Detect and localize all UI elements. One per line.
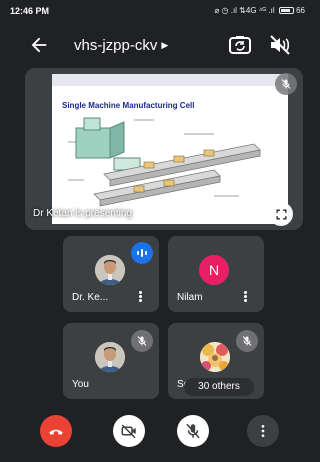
switch-camera-icon[interactable] [228, 34, 252, 56]
participant-name: Dr. Ke... [72, 292, 109, 303]
speaking-indicator-icon [131, 242, 153, 264]
participant-name: You [72, 379, 89, 390]
meeting-header: vhs-jzpp-ckv ▶ [0, 28, 309, 64]
end-call-icon[interactable] [40, 415, 72, 447]
avatar: N [199, 255, 229, 285]
participant-tile[interactable]: N Nilam [168, 236, 264, 312]
slide-header-band [52, 74, 288, 86]
avatar [200, 342, 230, 372]
status-time: 12:46 PM [10, 6, 50, 16]
battery-level: 66 [296, 6, 305, 15]
participant-tile[interactable]: You [63, 323, 159, 399]
more-vert-icon[interactable] [238, 290, 252, 304]
mic-off-icon [131, 330, 153, 352]
mic-off-icon [236, 330, 258, 352]
battery-icon [278, 7, 294, 14]
meeting-title[interactable]: vhs-jzpp-ckv ▶ [74, 37, 168, 54]
more-vert-icon[interactable] [133, 290, 147, 304]
fullscreen-icon[interactable] [269, 202, 293, 226]
video-off-icon[interactable] [113, 415, 145, 447]
participant-name: Nilam [177, 292, 203, 303]
status-indicator-text: ⌀ ◷ .ıl ⇅4G ⁴ᴳ .ıl [214, 6, 275, 15]
back-arrow-icon[interactable] [28, 34, 50, 56]
presenter-label: Dr Ketan is presenting [33, 208, 132, 219]
mic-off-icon [275, 73, 297, 95]
more-options-icon[interactable] [247, 415, 279, 447]
presentation-tile[interactable]: Single Machine Manufacturing Cell Dr Ket… [25, 68, 303, 230]
chevron-right-icon: ▶ [161, 40, 169, 50]
status-indicators: ⌀ ◷ .ıl ⇅4G ⁴ᴳ .ıl 66 [214, 6, 305, 15]
avatar [95, 342, 125, 372]
mic-off-icon[interactable] [177, 415, 209, 447]
status-bar: 12:46 PM ⌀ ◷ .ıl ⇅4G ⁴ᴳ .ıl 66 [0, 0, 309, 22]
others-count-badge[interactable]: 30 others [184, 378, 254, 396]
meeting-code: vhs-jzpp-ckv [74, 37, 158, 54]
slide-title: Single Machine Manufacturing Cell [62, 101, 195, 110]
participant-tile[interactable]: Dr. Ke... [63, 236, 159, 312]
call-controls [0, 405, 309, 453]
shared-slide: Single Machine Manufacturing Cell [52, 74, 288, 224]
manufacturing-cell-diagram [68, 117, 261, 207]
avatar [95, 255, 125, 285]
audio-off-icon[interactable] [268, 34, 292, 56]
